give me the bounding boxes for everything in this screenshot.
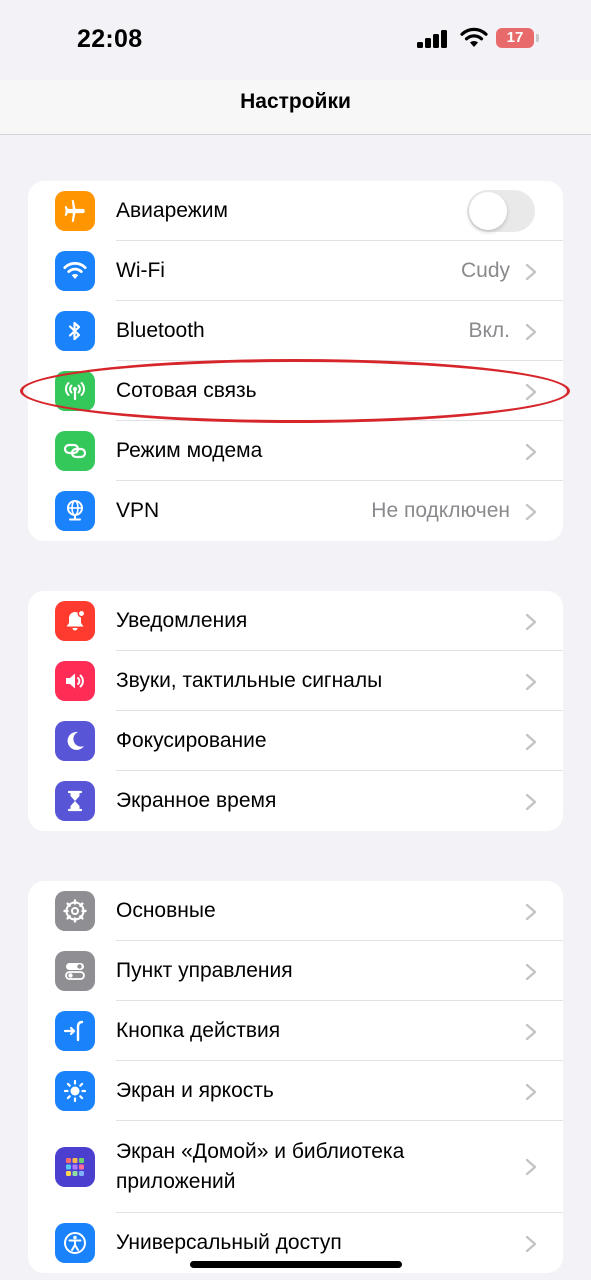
chevron-right-icon — [525, 793, 537, 811]
hourglass-icon — [55, 781, 95, 821]
settings-row-label: Основные — [116, 899, 216, 922]
airplane-mode-toggle[interactable] — [467, 190, 535, 232]
wifi-status-icon — [460, 27, 488, 47]
settings-row-wifi[interactable]: Wi-Fi Cudy — [28, 241, 563, 301]
speaker-icon — [55, 661, 95, 701]
settings-row-label: VPN — [116, 499, 160, 522]
status-bar: 22:08 17 — [0, 0, 591, 80]
chevron-right-icon — [525, 1023, 537, 1041]
settings-row-notifications[interactable]: Уведомления — [28, 591, 563, 651]
chevron-right-icon — [525, 673, 537, 691]
cellular-signal-icon — [417, 30, 447, 48]
settings-row-personal-hotspot[interactable]: Режим модема — [28, 421, 563, 481]
status-time: 22:08 — [77, 25, 143, 53]
settings-row-focus[interactable]: Фокусирование — [28, 711, 563, 771]
settings-row-label: Уведомления — [116, 609, 248, 632]
globe-icon — [55, 491, 95, 531]
settings-row-label: Wi-Fi — [116, 259, 165, 282]
settings-row-label: Экранное время — [116, 789, 277, 812]
action-button-icon — [55, 1011, 95, 1051]
navigation-bar: Настройки — [0, 80, 591, 135]
bluetooth-value: Вкл. — [468, 319, 510, 342]
settings-row-bluetooth[interactable]: Bluetooth Вкл. — [28, 301, 563, 361]
settings-row-general[interactable]: Основные — [28, 881, 563, 941]
sun-icon — [55, 1071, 95, 1111]
highlight-annotation — [20, 359, 570, 423]
settings-row-home-screen[interactable]: Экран «Домой» и библиотека приложений — [28, 1121, 563, 1213]
settings-row-control-center[interactable]: Пункт управления — [28, 941, 563, 1001]
gear-icon — [55, 891, 95, 931]
battery-icon: 17 — [496, 28, 540, 50]
settings-row-label: Авиарежим — [116, 199, 228, 222]
moon-icon — [55, 721, 95, 761]
settings-row-label: Экран «Домой» и библиотека приложений — [116, 1140, 405, 1193]
home-grid-icon — [55, 1147, 95, 1187]
chevron-right-icon — [525, 733, 537, 751]
chevron-right-icon — [525, 1158, 537, 1176]
settings-row-label: Фокусирование — [116, 729, 267, 752]
chevron-right-icon — [525, 263, 537, 281]
chevron-right-icon — [525, 903, 537, 921]
settings-row-screen-time[interactable]: Экранное время — [28, 771, 563, 831]
chevron-right-icon — [525, 1235, 537, 1253]
settings-row-label: Режим модема — [116, 439, 263, 462]
settings-row-label: Пункт управления — [116, 959, 293, 982]
settings-row-sounds[interactable]: Звуки, тактильные сигналы — [28, 651, 563, 711]
settings-row-label: Звуки, тактильные сигналы — [116, 669, 383, 692]
settings-row-airplane-mode[interactable]: Авиарежим — [28, 181, 563, 241]
chevron-right-icon — [525, 323, 537, 341]
page-title: Настройки — [240, 90, 351, 113]
settings-row-action-button[interactable]: Кнопка действия — [28, 1001, 563, 1061]
settings-row-vpn[interactable]: VPN Не подключен — [28, 481, 563, 541]
settings-group-general: Основные Пункт управления Кнопка действи… — [28, 881, 563, 1273]
settings-group-notifications: Уведомления Звуки, тактильные сигналы Фо… — [28, 591, 563, 831]
airplane-icon — [55, 191, 95, 231]
switches-icon — [55, 951, 95, 991]
link-icon — [55, 431, 95, 471]
vpn-status-value: Не подключен — [371, 499, 510, 522]
settings-row-label: Bluetooth — [116, 319, 205, 342]
home-indicator[interactable] — [190, 1261, 402, 1268]
bluetooth-icon — [55, 311, 95, 351]
chevron-right-icon — [525, 503, 537, 521]
wifi-network-value: Cudy — [460, 259, 510, 282]
settings-row-label: Кнопка действия — [116, 1019, 281, 1042]
settings-row-label: Экран и яркость — [116, 1079, 274, 1102]
wifi-icon — [55, 251, 95, 291]
battery-level: 17 — [506, 29, 524, 46]
accessibility-icon — [55, 1223, 95, 1263]
chevron-right-icon — [525, 443, 537, 461]
settings-row-display-brightness[interactable]: Экран и яркость — [28, 1061, 563, 1121]
chevron-right-icon — [525, 963, 537, 981]
chevron-right-icon — [525, 613, 537, 631]
bell-icon — [55, 601, 95, 641]
chevron-right-icon — [525, 1083, 537, 1101]
